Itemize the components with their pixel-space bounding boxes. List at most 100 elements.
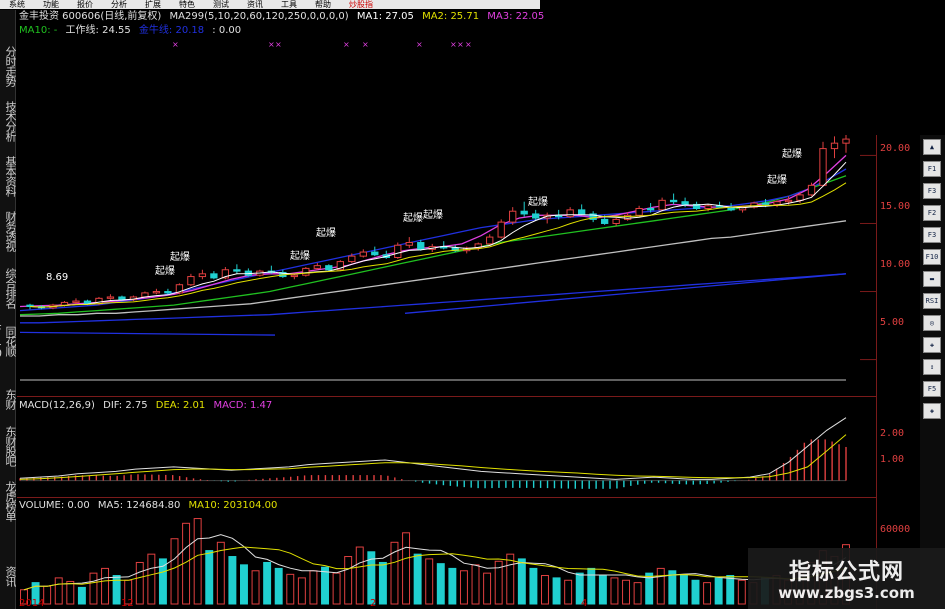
- watermark-title: 指标公式网: [788, 560, 904, 585]
- candle-body: [830, 142, 839, 150]
- volume-bar: [286, 573, 295, 605]
- volume-bar: [413, 553, 422, 605]
- candle-body: [233, 269, 241, 272]
- volume-ma5-line: [23, 534, 847, 591]
- marker-x: ×: [362, 40, 369, 49]
- volume-bar: [77, 586, 86, 605]
- candle-body: [486, 236, 494, 245]
- price-low-label: 8.69: [46, 272, 69, 283]
- candle-body: [405, 242, 413, 246]
- volume-bar: [344, 556, 353, 605]
- candle-body: [532, 213, 540, 219]
- volume-bar: [679, 575, 688, 605]
- volume-bar: [239, 564, 248, 605]
- volume-bar: [610, 577, 619, 605]
- volume-bar: [355, 546, 364, 605]
- volume-bar: [564, 579, 573, 605]
- volume-ma10-line: [23, 546, 847, 591]
- marker-x: ×: [416, 40, 423, 49]
- volume-bar: [517, 558, 526, 605]
- volume-bar: [529, 567, 538, 605]
- candle-body: [807, 184, 816, 196]
- volume-bar: [170, 538, 179, 605]
- volume-bar: [703, 582, 712, 605]
- candle-body: [819, 148, 827, 186]
- candle-body: [509, 210, 517, 223]
- candle-body: [198, 273, 207, 278]
- volume-bar: [737, 579, 746, 605]
- volume-bar: [552, 577, 561, 605]
- watermark: 指标公式网 www.zbgs3.com: [748, 548, 945, 609]
- volume-bar: [402, 532, 411, 605]
- volume-bar: [274, 567, 283, 605]
- volume-bar: [89, 572, 98, 605]
- macd-dif-line: [19, 417, 847, 480]
- volume-bar: [332, 572, 341, 605]
- signal-label: 起爆: [170, 252, 190, 263]
- volume-bar: [378, 561, 387, 605]
- signal-label: 起爆: [767, 175, 787, 186]
- marker-x: ×: [457, 40, 464, 49]
- candle-body: [417, 242, 425, 250]
- volume-bar: [622, 579, 631, 605]
- volume-bar: [471, 564, 480, 605]
- candle-body: [325, 265, 333, 271]
- volume-bar: [309, 570, 318, 605]
- candle-body: [371, 251, 379, 256]
- volume-bar: [101, 567, 110, 605]
- volume-bar: [205, 550, 214, 605]
- watermark-url: www.zbgs3.com: [778, 584, 915, 602]
- signal-label: 起爆: [403, 213, 423, 224]
- time-label: 2014: [19, 598, 45, 609]
- candle-body: [842, 138, 850, 144]
- volume-bar: [263, 561, 272, 605]
- marker-x: ×: [343, 40, 350, 49]
- candle-body: [773, 201, 781, 205]
- candle-body: [520, 210, 528, 215]
- candle-body: [348, 255, 356, 263]
- ma20-line: [19, 168, 847, 312]
- volume-bar: [135, 561, 144, 605]
- candle-body: [210, 273, 218, 279]
- time-label: 2: [370, 598, 377, 609]
- candle-body: [290, 274, 298, 278]
- volume-bar: [297, 577, 306, 605]
- volume-bar: [251, 570, 260, 605]
- candle-body: [635, 208, 643, 216]
- candle-body: [669, 199, 678, 203]
- volume-bar: [158, 558, 167, 605]
- ma2-line: [29, 182, 847, 308]
- marker-x: ×: [450, 40, 457, 49]
- marker-x: ×: [172, 40, 179, 49]
- time-label: 12: [121, 598, 134, 609]
- volume-bar: [656, 567, 665, 605]
- volume-bar: [193, 518, 202, 605]
- ma1-line: [29, 161, 847, 308]
- macd-dea-line: [19, 434, 847, 480]
- volume-bar: [228, 556, 237, 605]
- candle-body: [60, 301, 69, 306]
- volume-bar: [425, 558, 434, 605]
- marker-x: ×: [275, 40, 282, 49]
- candle-body: [761, 202, 770, 205]
- signal-label: 起爆: [316, 228, 336, 239]
- volume-bar: [66, 580, 75, 605]
- signal-label: 起爆: [155, 266, 175, 277]
- volume-bar: [459, 570, 468, 605]
- signal-label: 起爆: [782, 149, 802, 160]
- signal-label: 起爆: [290, 251, 310, 262]
- candle-body: [313, 265, 321, 269]
- candle-body: [152, 291, 161, 294]
- volume-bar: [147, 553, 156, 605]
- candle-body: [646, 208, 655, 211]
- stock-chart[interactable]: × × × × × × × × ×: [0, 0, 945, 609]
- ma-segment-line: [404, 273, 847, 314]
- volume-bar: [43, 585, 52, 605]
- candle-body: [106, 296, 115, 299]
- candle-body: [302, 267, 310, 276]
- candle-body: [118, 296, 126, 301]
- volume-bar: [436, 563, 445, 605]
- candle-body: [566, 209, 574, 218]
- candle-body: [784, 199, 793, 203]
- candle-body: [600, 218, 609, 224]
